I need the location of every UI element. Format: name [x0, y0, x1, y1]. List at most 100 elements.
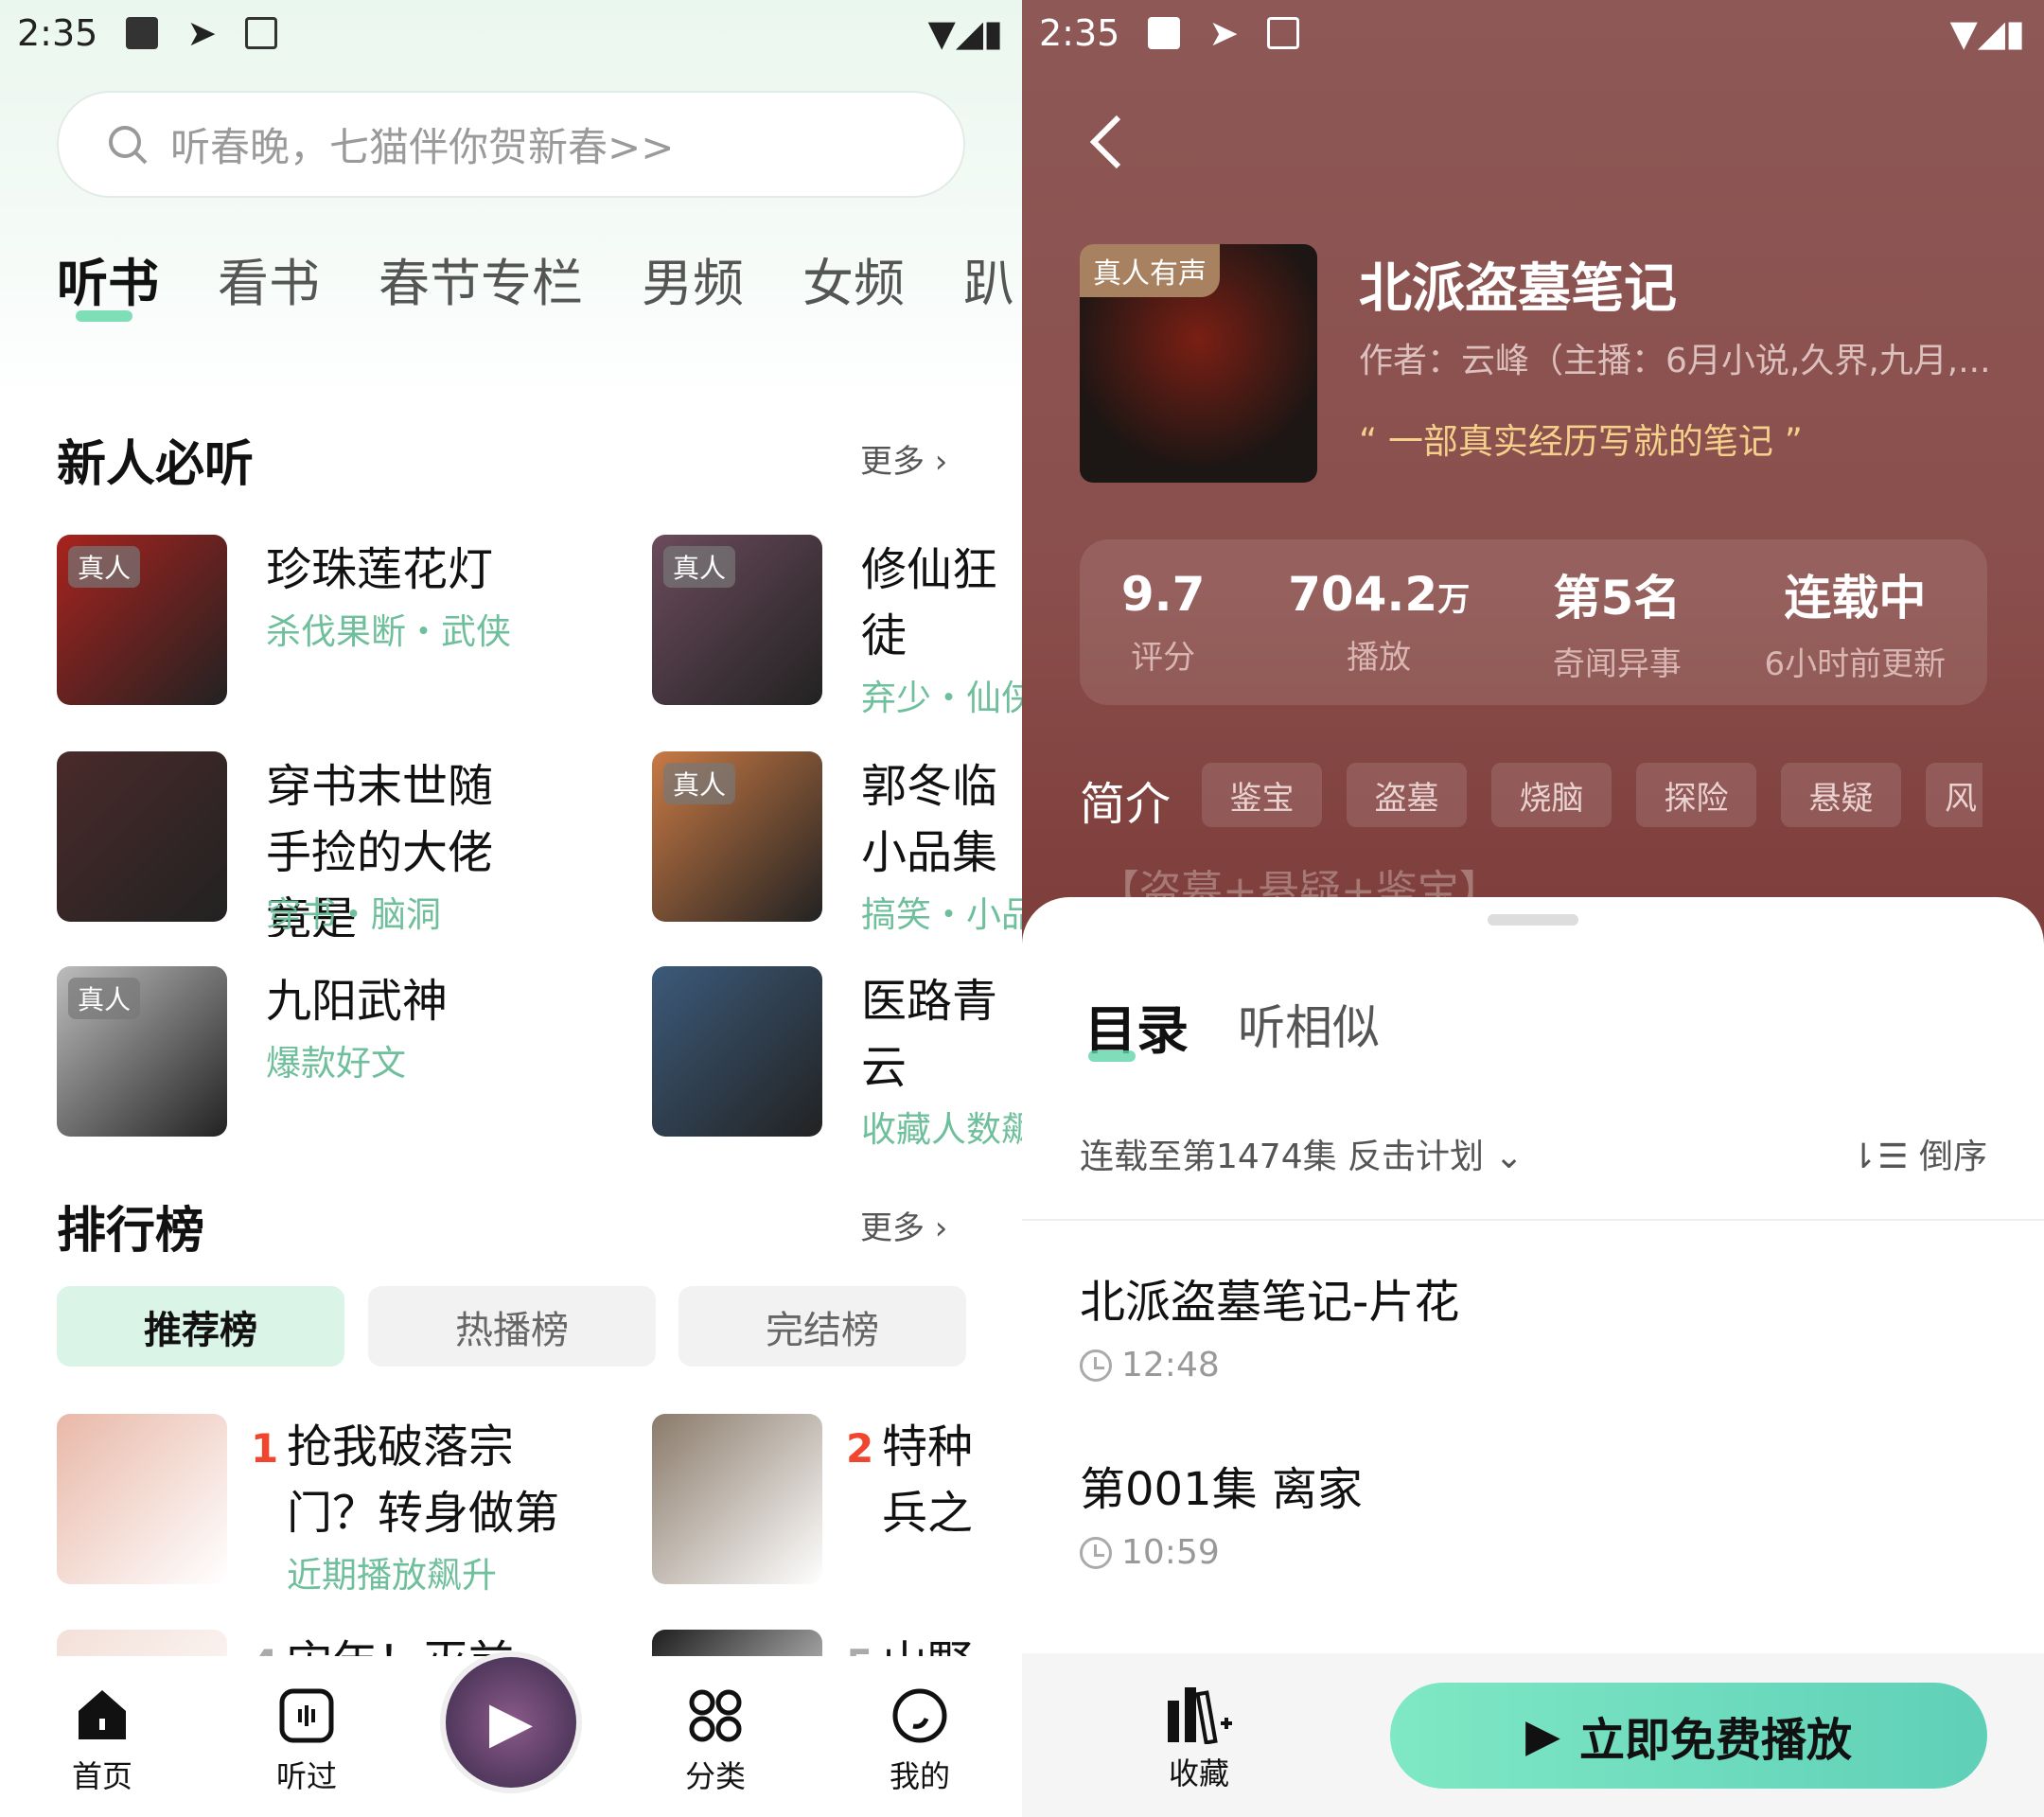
- rank-tab-hot[interactable]: 热播榜: [368, 1286, 656, 1367]
- real-voice-badge: 真人: [68, 978, 141, 1019]
- episode-item[interactable]: 第001集 离家 10:59: [1080, 1452, 1363, 1572]
- tag-chip[interactable]: 探险: [1636, 763, 1756, 827]
- book-tags: 搞笑・小品: [861, 894, 1022, 935]
- book-info[interactable]: 医路青云 收藏人数飙升: [861, 968, 1022, 1152]
- tab-festival[interactable]: 春节专栏: [379, 241, 583, 316]
- tag-chip[interactable]: 烧脑: [1491, 763, 1612, 827]
- clock-icon: [1080, 1536, 1112, 1569]
- collect-button[interactable]: 收藏: [1164, 1682, 1234, 1793]
- back-icon[interactable]: [1084, 114, 1126, 170]
- book-info[interactable]: 郭冬临小品集 搞笑・小品: [861, 753, 1022, 937]
- book-cover[interactable]: 真人: [57, 966, 227, 1137]
- stat-plays: 704.2万 播放: [1288, 567, 1471, 677]
- book-cover[interactable]: 真人: [57, 535, 227, 705]
- tab-male[interactable]: 男频: [642, 241, 744, 316]
- rank-tab-recommend[interactable]: 推荐榜: [57, 1286, 344, 1367]
- book-quote: “ 一部真实经历写就的笔记 ”: [1359, 421, 1803, 462]
- book-title: 九阳武神: [266, 975, 449, 1028]
- book-tags: 弃少・仙侠: [861, 678, 1022, 718]
- tag-chip[interactable]: 鉴宝: [1202, 763, 1322, 827]
- tab-female[interactable]: 女频: [802, 241, 905, 316]
- tag-chip[interactable]: 风: [1926, 763, 1982, 827]
- home-screen: 2:35 ➤ ▼◢▮ 听春晚，七猫伴你贺新春>> 听书 看书 春节专栏 男频 女…: [0, 0, 1022, 1817]
- home-icon: [79, 1690, 126, 1739]
- rank-book-info[interactable]: 抢我破落宗门？转身做第 近期播放飙升: [287, 1414, 561, 1597]
- episode-item[interactable]: 北派盗墓笔记-片花 12:48: [1080, 1264, 1459, 1385]
- send-icon: ➤: [186, 12, 218, 54]
- book-tags: 穿书・脑洞: [266, 894, 441, 935]
- gallery-icon: [1148, 17, 1181, 49]
- category-icon: [689, 1689, 742, 1742]
- status-time: 2:35: [17, 12, 98, 54]
- send-icon: ➤: [1208, 12, 1240, 54]
- rank-book-cover[interactable]: [652, 1414, 822, 1584]
- tab-more[interactable]: 趴: [963, 241, 1014, 316]
- book-tags: 杀伐果断・武侠: [266, 611, 511, 652]
- book-cover[interactable]: [57, 751, 227, 922]
- clock-icon: [1080, 1349, 1112, 1382]
- status-time: 2:35: [1039, 12, 1120, 54]
- battery-signal-icon: ▼◢▮: [1949, 12, 2025, 54]
- rank-number: 1: [251, 1425, 279, 1472]
- player-cover: ▶: [440, 1651, 582, 1793]
- tab-read[interactable]: 看书: [218, 241, 320, 316]
- more-link[interactable]: 更多 ›: [860, 1202, 947, 1248]
- book-title: 珍珠莲花灯: [266, 543, 494, 596]
- search-icon: [109, 125, 148, 164]
- episode-title: 第001集 离家: [1080, 1463, 1363, 1516]
- audio-icon: [279, 1688, 334, 1743]
- stat-rank: 第5名 奇闻异事: [1552, 571, 1682, 683]
- book-info[interactable]: 修仙狂徒 弃少・仙侠: [861, 537, 1022, 720]
- real-voice-badge: 真人: [663, 763, 736, 804]
- sort-button[interactable]: ⇂☰ 倒序: [1849, 1129, 1987, 1178]
- episode-duration: 12:48: [1121, 1346, 1220, 1385]
- stat-score: 9.7 评分: [1120, 567, 1206, 677]
- rank-book-cover[interactable]: [57, 1414, 227, 1584]
- nav-category[interactable]: 分类: [644, 1686, 786, 1796]
- book-tags: 爆款好文: [266, 1043, 406, 1084]
- book-info[interactable]: 九阳武神 爆款好文: [266, 968, 521, 1085]
- a-icon: [245, 17, 278, 49]
- more-link[interactable]: 更多 ›: [860, 435, 947, 482]
- tag-chip[interactable]: 盗墓: [1347, 763, 1467, 827]
- nav-history[interactable]: 听过: [236, 1686, 378, 1796]
- play-icon: ▶: [1525, 1709, 1560, 1762]
- episode-title: 北派盗墓笔记-片花: [1080, 1276, 1460, 1329]
- now-playing-disc[interactable]: ▶: [440, 1651, 582, 1793]
- tab-listen[interactable]: 听书: [57, 241, 159, 322]
- book-cover: 真人有声: [1080, 244, 1317, 483]
- chevron-down-icon: ⌄: [1494, 1138, 1524, 1176]
- book-tags: 近期播放飙升: [287, 1555, 497, 1596]
- rank-tab-finished[interactable]: 完结榜: [678, 1286, 966, 1367]
- play-free-button[interactable]: ▶ 立即免费播放: [1390, 1683, 1987, 1789]
- book-cover[interactable]: [652, 966, 822, 1137]
- book-cover[interactable]: 真人: [652, 751, 822, 922]
- profile-icon: [892, 1688, 947, 1743]
- section-title: 新人必听: [57, 436, 255, 493]
- series-select[interactable]: 连载至第1474集 反击计划 ⌄: [1080, 1129, 1524, 1178]
- book-cover[interactable]: 真人: [652, 535, 822, 705]
- book-info[interactable]: 珍珠莲花灯 杀伐果断・武侠: [266, 537, 521, 654]
- tab-catalog[interactable]: 目录: [1084, 988, 1189, 1064]
- nav-home[interactable]: 首页: [31, 1686, 173, 1796]
- collect-icon: [1168, 1687, 1232, 1744]
- book-info[interactable]: 穿书末世随手捡的大佬竟是 穿书・脑洞: [266, 753, 521, 937]
- audio-badge: 真人有声: [1080, 244, 1220, 297]
- rank-book-info[interactable]: 特种兵之: [882, 1414, 1014, 1546]
- book-title: 穿书末世随手捡的大佬竟是: [266, 760, 494, 937]
- book-title: 修仙狂徒: [861, 543, 998, 662]
- book-title: 特种兵之: [882, 1420, 974, 1540]
- search-input[interactable]: 听春晚，七猫伴你贺新春>>: [57, 91, 965, 198]
- book-author: 作者：云峰（主播：6月小说,久界,九月,...: [1359, 342, 1991, 380]
- book-title: 医路青云: [861, 975, 998, 1094]
- bottom-nav: 首页 听过 ▶ 分类 我的: [0, 1651, 1022, 1817]
- intro-label: 简介: [1080, 778, 1172, 831]
- book-title: 郭冬临小品集: [861, 760, 998, 879]
- tab-similar[interactable]: 听相似: [1238, 990, 1380, 1058]
- tag-chip[interactable]: 悬疑: [1781, 763, 1901, 827]
- sort-icon: ⇂☰: [1849, 1138, 1909, 1176]
- real-voice-badge: 真人: [68, 546, 141, 588]
- nav-mine[interactable]: 我的: [849, 1686, 991, 1796]
- book-title: 北派盗墓笔记: [1359, 258, 1677, 320]
- drag-handle[interactable]: [1488, 914, 1578, 926]
